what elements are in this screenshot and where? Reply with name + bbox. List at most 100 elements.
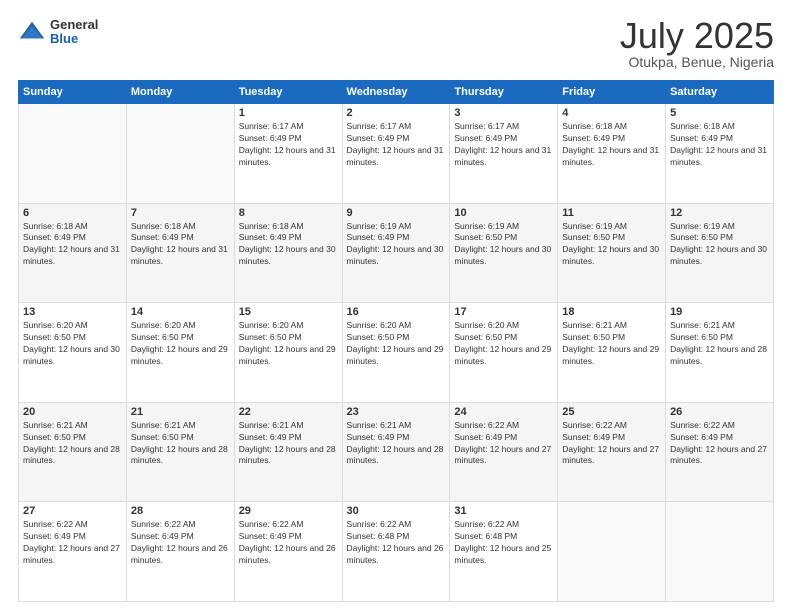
day-info: Sunrise: 6:19 AMSunset: 6:49 PMDaylight:…	[347, 221, 446, 269]
col-saturday: Saturday	[666, 81, 774, 104]
week-row-2: 6Sunrise: 6:18 AMSunset: 6:49 PMDaylight…	[19, 203, 774, 303]
week-row-4: 20Sunrise: 6:21 AMSunset: 6:50 PMDayligh…	[19, 402, 774, 502]
day-number: 18	[562, 306, 661, 318]
day-number: 31	[454, 505, 553, 517]
day-info: Sunrise: 6:22 AMSunset: 6:49 PMDaylight:…	[562, 420, 661, 468]
calendar-cell-1-6: 12 Sunrise: 6:19 AMSunset: 6:50 PMDayligh…	[666, 203, 774, 303]
day-number: 7	[131, 207, 230, 219]
calendar-cell-3-1: 21Sunrise: 6:21 AMSunset: 6:50 PMDayligh…	[126, 402, 234, 502]
day-number: 21	[131, 406, 230, 418]
logo-text: General Blue	[50, 18, 98, 47]
col-friday: Friday	[558, 81, 666, 104]
calendar-cell-3-0: 20Sunrise: 6:21 AMSunset: 6:50 PMDayligh…	[19, 402, 127, 502]
day-number: 23	[347, 406, 446, 418]
day-info: Sunrise: 6:21 AMSunset: 6:49 PMDaylight:…	[239, 420, 338, 468]
calendar-cell-1-0: 6Sunrise: 6:18 AMSunset: 6:49 PMDaylight…	[19, 203, 127, 303]
calendar-cell-0-5: 4 Sunrise: 6:18 AMSunset: 6:49 PMDaylight…	[558, 104, 666, 204]
calendar-cell-2-2: 15 Sunrise: 6:20 AMSunset: 6:50 PMDayligh…	[234, 303, 342, 403]
calendar-cell-0-4: 3 Sunrise: 6:17 AMSunset: 6:49 PMDaylight…	[450, 104, 558, 204]
day-info: Sunrise: 6:19 AMSunset: 6:50 PMDaylight:…	[562, 221, 661, 269]
day-info: Sunrise: 6:22 AMSunset: 6:49 PMDaylight:…	[670, 420, 769, 468]
calendar-cell-3-2: 22Sunrise: 6:21 AMSunset: 6:49 PMDayligh…	[234, 402, 342, 502]
day-number: 3	[454, 107, 553, 119]
day-number: 16	[347, 306, 446, 318]
day-number: 8	[239, 207, 338, 219]
day-info: Sunrise: 6:20 AMSunset: 6:50 PMDaylight:…	[131, 320, 230, 368]
day-info: Sunrise: 6:18 AMSunset: 6:49 PMDaylight:…	[562, 121, 661, 169]
week-row-5: 27 Sunrise: 6:22 AMSunset: 6:49 PMDayligh…	[19, 502, 774, 602]
title-month: July 2025	[620, 18, 774, 54]
calendar-cell-1-4: 10 Sunrise: 6:19 AMSunset: 6:50 PMDayligh…	[450, 203, 558, 303]
calendar-cell-0-3: 2 Sunrise: 6:17 AMSunset: 6:49 PMDaylight…	[342, 104, 450, 204]
calendar-cell-0-6: 5 Sunrise: 6:18 AMSunset: 6:49 PMDaylight…	[666, 104, 774, 204]
day-info: Sunrise: 6:17 AMSunset: 6:49 PMDaylight:…	[347, 121, 446, 169]
day-number: 12	[670, 207, 769, 219]
calendar-cell-2-4: 17 Sunrise: 6:20 AMSunset: 6:50 PMDayligh…	[450, 303, 558, 403]
calendar-cell-1-2: 8 Sunrise: 6:18 AMSunset: 6:49 PMDaylight…	[234, 203, 342, 303]
day-info: Sunrise: 6:22 AMSunset: 6:49 PMDaylight:…	[239, 519, 338, 567]
day-info: Sunrise: 6:18 AMSunset: 6:49 PMDaylight:…	[670, 121, 769, 169]
col-wednesday: Wednesday	[342, 81, 450, 104]
day-info: Sunrise: 6:20 AMSunset: 6:50 PMDaylight:…	[23, 320, 122, 368]
day-number: 26	[670, 406, 769, 418]
day-number: 4	[562, 107, 661, 119]
day-number: 11	[562, 207, 661, 219]
day-number: 5	[670, 107, 769, 119]
calendar-cell-4-0: 27 Sunrise: 6:22 AMSunset: 6:49 PMDayligh…	[19, 502, 127, 602]
calendar-cell-2-1: 14 Sunrise: 6:20 AMSunset: 6:50 PMDayligh…	[126, 303, 234, 403]
day-info: Sunrise: 6:18 AMSunset: 6:49 PMDaylight:…	[239, 221, 338, 269]
day-number: 13	[23, 306, 122, 318]
day-number: 15	[239, 306, 338, 318]
calendar-cell-1-1: 7Sunrise: 6:18 AMSunset: 6:49 PMDaylight…	[126, 203, 234, 303]
day-number: 9	[347, 207, 446, 219]
calendar-cell-4-6	[666, 502, 774, 602]
day-number: 25	[562, 406, 661, 418]
calendar-cell-2-0: 13 Sunrise: 6:20 AMSunset: 6:50 PMDayligh…	[19, 303, 127, 403]
calendar-cell-0-0	[19, 104, 127, 204]
day-info: Sunrise: 6:17 AMSunset: 6:49 PMDaylight:…	[239, 121, 338, 169]
day-number: 29	[239, 505, 338, 517]
page: General Blue July 2025 Otukpa, Benue, Ni…	[0, 0, 792, 612]
calendar-cell-1-3: 9 Sunrise: 6:19 AMSunset: 6:49 PMDaylight…	[342, 203, 450, 303]
col-sunday: Sunday	[19, 81, 127, 104]
day-info: Sunrise: 6:22 AMSunset: 6:49 PMDaylight:…	[454, 420, 553, 468]
day-number: 2	[347, 107, 446, 119]
day-info: Sunrise: 6:20 AMSunset: 6:50 PMDaylight:…	[239, 320, 338, 368]
calendar-cell-4-3: 30Sunrise: 6:22 AMSunset: 6:48 PMDayligh…	[342, 502, 450, 602]
day-info: Sunrise: 6:19 AMSunset: 6:50 PMDaylight:…	[670, 221, 769, 269]
day-info: Sunrise: 6:21 AMSunset: 6:49 PMDaylight:…	[347, 420, 446, 468]
header: General Blue July 2025 Otukpa, Benue, Ni…	[18, 18, 774, 70]
day-info: Sunrise: 6:17 AMSunset: 6:49 PMDaylight:…	[454, 121, 553, 169]
week-row-3: 13 Sunrise: 6:20 AMSunset: 6:50 PMDayligh…	[19, 303, 774, 403]
day-number: 27	[23, 505, 122, 517]
day-info: Sunrise: 6:18 AMSunset: 6:49 PMDaylight:…	[23, 221, 122, 269]
week-row-1: 1Sunrise: 6:17 AMSunset: 6:49 PMDaylight…	[19, 104, 774, 204]
day-number: 14	[131, 306, 230, 318]
day-info: Sunrise: 6:22 AMSunset: 6:49 PMDaylight:…	[23, 519, 122, 567]
calendar-cell-3-3: 23 Sunrise: 6:21 AMSunset: 6:49 PMDayligh…	[342, 402, 450, 502]
calendar-cell-3-5: 25 Sunrise: 6:22 AMSunset: 6:49 PMDayligh…	[558, 402, 666, 502]
col-thursday: Thursday	[450, 81, 558, 104]
calendar-cell-0-1	[126, 104, 234, 204]
day-info: Sunrise: 6:22 AMSunset: 6:48 PMDaylight:…	[347, 519, 446, 567]
day-info: Sunrise: 6:21 AMSunset: 6:50 PMDaylight:…	[670, 320, 769, 368]
col-monday: Monday	[126, 81, 234, 104]
day-number: 28	[131, 505, 230, 517]
day-info: Sunrise: 6:22 AMSunset: 6:48 PMDaylight:…	[454, 519, 553, 567]
logo-icon	[18, 18, 46, 46]
col-tuesday: Tuesday	[234, 81, 342, 104]
day-number: 17	[454, 306, 553, 318]
title-block: July 2025 Otukpa, Benue, Nigeria	[620, 18, 774, 70]
day-number: 10	[454, 207, 553, 219]
title-location: Otukpa, Benue, Nigeria	[620, 54, 774, 70]
day-number: 20	[23, 406, 122, 418]
day-info: Sunrise: 6:20 AMSunset: 6:50 PMDaylight:…	[454, 320, 553, 368]
logo: General Blue	[18, 18, 98, 47]
day-info: Sunrise: 6:19 AMSunset: 6:50 PMDaylight:…	[454, 221, 553, 269]
calendar-cell-2-6: 19Sunrise: 6:21 AMSunset: 6:50 PMDayligh…	[666, 303, 774, 403]
calendar-table: Sunday Monday Tuesday Wednesday Thursday…	[18, 80, 774, 602]
logo-blue: Blue	[50, 32, 98, 46]
calendar-cell-2-5: 18Sunrise: 6:21 AMSunset: 6:50 PMDayligh…	[558, 303, 666, 403]
day-info: Sunrise: 6:20 AMSunset: 6:50 PMDaylight:…	[347, 320, 446, 368]
calendar-cell-4-1: 28Sunrise: 6:22 AMSunset: 6:49 PMDayligh…	[126, 502, 234, 602]
